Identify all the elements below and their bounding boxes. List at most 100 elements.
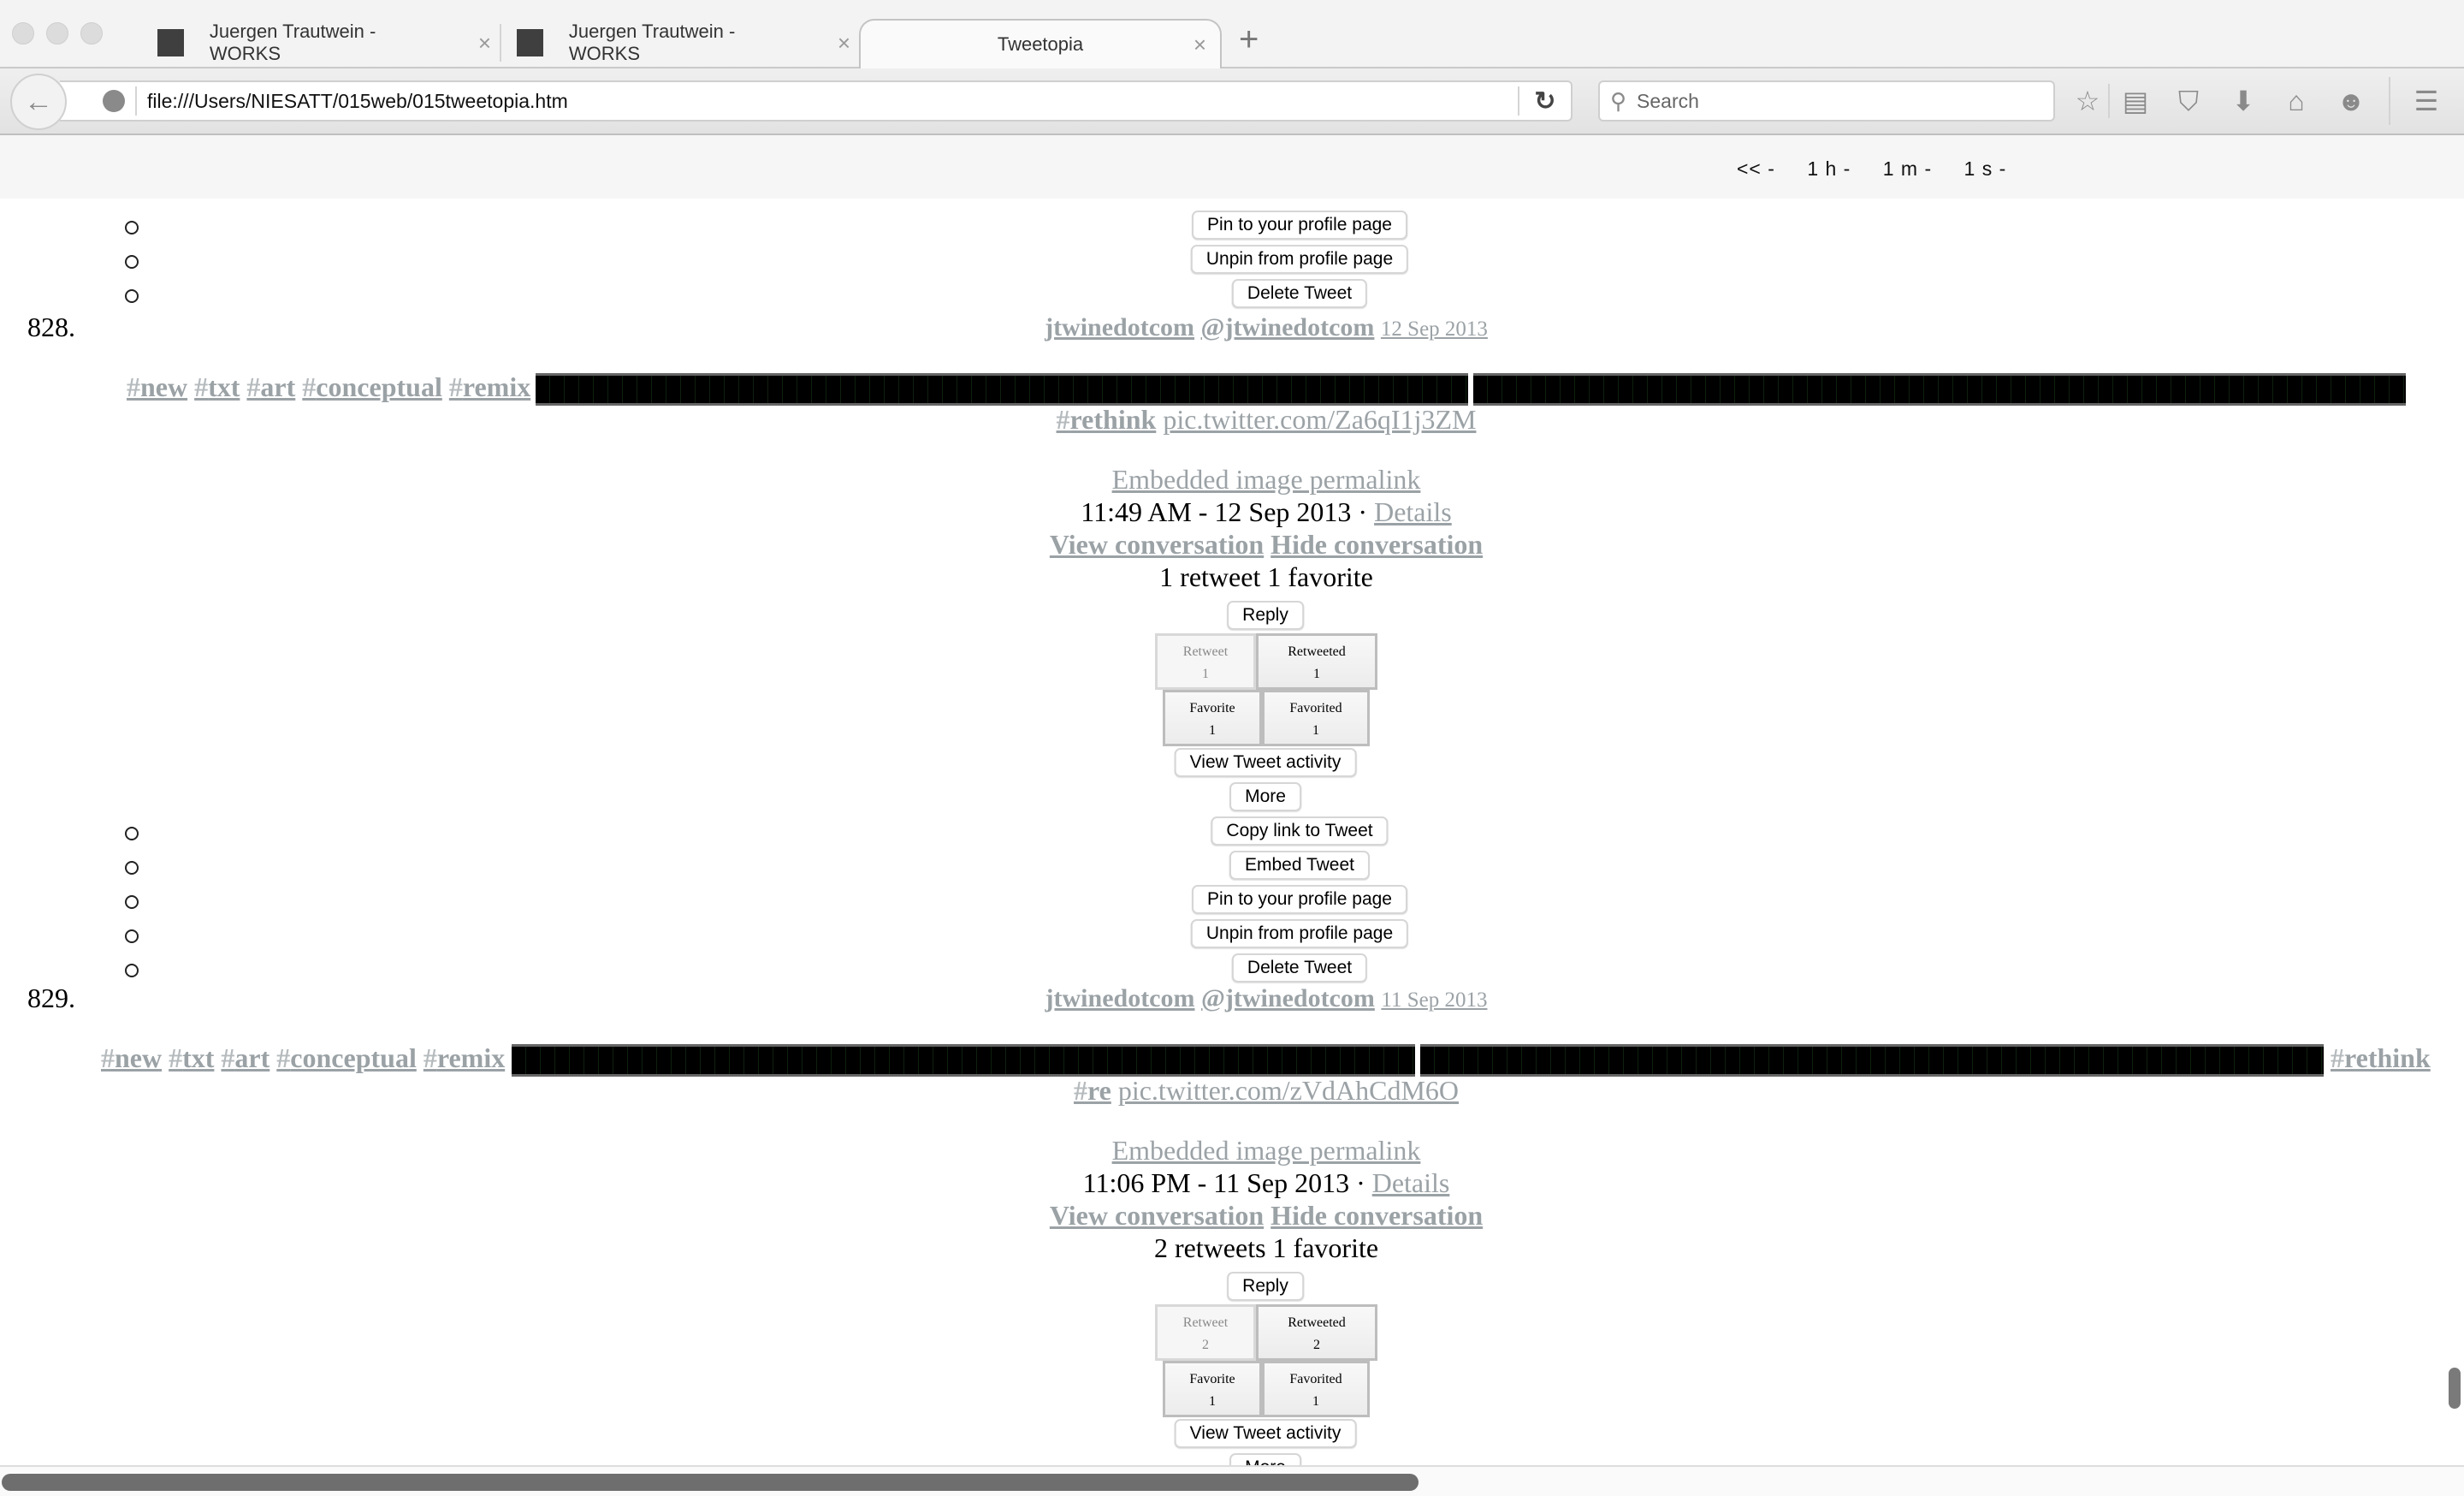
url-text[interactable]: file:///Users/NIESATT/015web/015tweetopi… (147, 90, 1518, 113)
url-divider (135, 86, 137, 116)
hashtag-link[interactable]: #remix (449, 371, 530, 402)
time-nav-minute[interactable]: 1 m - (1883, 157, 1932, 180)
pic-link[interactable]: pic.twitter.com/zVdAhCdM6O (1118, 1075, 1459, 1106)
search-box[interactable]: ⚲ (1598, 80, 2055, 122)
delete-tweet-button[interactable]: Delete Tweet (1231, 279, 1368, 308)
search-input[interactable] (1635, 88, 2016, 114)
retweeted-button[interactable]: Retweeted 1 (1256, 633, 1377, 690)
hashtag-link[interactable]: #conceptual (276, 1042, 417, 1073)
retweeted-button[interactable]: Retweeted 2 (1256, 1304, 1377, 1361)
tweet-timestamp: 11:49 AM - 12 Sep 2013 · (1081, 496, 1368, 527)
pic-link[interactable]: pic.twitter.com/Za6qI1j3ZM (1163, 404, 1476, 435)
tweet-permalink-line: Embedded image permalink (0, 1135, 2464, 1167)
hashtag-link[interactable]: #txt (194, 371, 240, 402)
bookmark-star-icon[interactable]: ☆ (2070, 86, 2105, 116)
list-bullet (125, 861, 139, 875)
delete-tweet-button[interactable]: Delete Tweet (1231, 953, 1368, 982)
tab-works-1[interactable]: Juergen Trautwein - WORKS × (157, 19, 491, 67)
navigation-toolbar: file:///Users/NIESATT/015web/015tweetopi… (0, 68, 2464, 135)
reply-button[interactable]: Reply (1227, 1272, 1304, 1301)
tweet-stats: 2 retweets 1 favorite (1153, 1232, 1379, 1263)
favorited-button[interactable]: Favorited 1 (1262, 1361, 1370, 1417)
hashtag-link[interactable]: #txt (169, 1042, 214, 1073)
favicon-icon (157, 29, 184, 56)
list-bullet (125, 221, 139, 234)
view-tweet-activity-button[interactable]: View Tweet activity (1174, 748, 1357, 777)
time-nav-hour[interactable]: 1 h - (1807, 157, 1851, 180)
toolbar-divider (2389, 77, 2390, 125)
tab-close-icon[interactable]: × (838, 30, 850, 56)
url-bar[interactable]: file:///Users/NIESATT/015web/015tweetopi… (60, 80, 1573, 122)
embedded-image-permalink[interactable]: Embedded image permalink (1112, 1135, 1421, 1166)
pin-to-profile-button[interactable]: Pin to your profile page (1192, 885, 1407, 914)
tab-works-2[interactable]: Juergen Trautwein - WORKS × (517, 19, 850, 67)
list-bullet (125, 895, 139, 909)
view-conversation-link[interactable]: View conversation (1050, 529, 1264, 560)
hashtag-link[interactable]: #new (127, 371, 187, 402)
user-name-link[interactable]: jtwinedotcom (1045, 984, 1195, 1012)
reply-button[interactable]: Reply (1227, 601, 1304, 630)
favicon-icon (517, 29, 543, 56)
details-link[interactable]: Details (1372, 1167, 1450, 1198)
reload-icon[interactable]: ↻ (1519, 86, 1571, 116)
reading-list-icon[interactable]: ▤ (2118, 86, 2153, 116)
hashtag-link[interactable]: #remix (424, 1042, 505, 1073)
globe-icon (103, 90, 125, 112)
window-zoom-button[interactable] (80, 22, 103, 45)
time-nav-back[interactable]: << - (1737, 157, 1775, 180)
tweet-timestamp-line: 11:06 PM - 11 Sep 2013 · Details (0, 1167, 2464, 1199)
tab-close-icon[interactable]: × (1194, 32, 1206, 58)
vertical-scrollbar-thumb[interactable] (2449, 1368, 2461, 1409)
copy-link-button[interactable]: Copy link to Tweet (1211, 816, 1389, 846)
hashtag-link[interactable]: #art (246, 371, 295, 402)
favorite-button[interactable]: Favorite 1 (1163, 690, 1262, 746)
retweet-button[interactable]: Retweet 2 (1155, 1304, 1256, 1361)
time-navigation: << - 1 h - 1 m - 1 s - (0, 135, 2464, 199)
unpin-from-profile-button[interactable]: Unpin from profile page (1190, 919, 1409, 948)
tweet-date-link[interactable]: 12 Sep 2013 (1381, 318, 1488, 341)
tab-close-icon[interactable]: × (478, 30, 491, 56)
window-close-button[interactable] (12, 22, 34, 45)
pocket-icon[interactable]: ⛉ (2171, 86, 2206, 116)
hashtag-link[interactable]: #re (1074, 1075, 1111, 1106)
menu-icon[interactable]: ☰ (2409, 86, 2443, 116)
tab-bar: Juergen Trautwein - WORKS × Juergen Trau… (0, 0, 2464, 68)
view-tweet-activity-button[interactable]: View Tweet activity (1174, 1419, 1357, 1448)
details-link[interactable]: Details (1374, 496, 1452, 527)
hello-chat-icon[interactable]: ☻ (2334, 86, 2368, 116)
list-bullet (125, 289, 139, 303)
time-nav-second[interactable]: 1 s - (1964, 157, 2007, 180)
new-tab-button[interactable]: + (1239, 21, 1259, 59)
hashtag-link[interactable]: #rethink (1057, 404, 1157, 435)
pin-to-profile-button[interactable]: Pin to your profile page (1192, 211, 1407, 240)
unpin-from-profile-button[interactable]: Unpin from profile page (1190, 245, 1409, 274)
view-conversation-link[interactable]: View conversation (1050, 1200, 1264, 1231)
tweet-hashtags: #new #txt #art #conceptual #remix (101, 1042, 505, 1074)
back-arrow-icon[interactable]: ← (10, 74, 67, 130)
hide-conversation-link[interactable]: Hide conversation (1270, 1200, 1483, 1231)
tab-tweetopia[interactable]: Tweetopia × (859, 19, 1222, 68)
user-handle-link[interactable]: @jtwinedotcom (1201, 313, 1375, 341)
user-name-link[interactable]: jtwinedotcom (1045, 313, 1194, 341)
hashtag-link[interactable]: #rethink (2331, 1042, 2431, 1073)
tweet-date-link[interactable]: 11 Sep 2013 (1381, 988, 1487, 1012)
home-icon[interactable]: ⌂ (2279, 86, 2313, 116)
favorite-button[interactable]: Favorite 1 (1163, 1361, 1262, 1417)
download-icon[interactable]: ⬇ (2226, 86, 2260, 116)
user-handle-link[interactable]: @jtwinedotcom (1201, 984, 1375, 1012)
favorited-button[interactable]: Favorited 1 (1262, 690, 1370, 746)
more-button[interactable]: More (1229, 782, 1301, 811)
embedded-image-permalink[interactable]: Embedded image permalink (1112, 464, 1421, 495)
toolbar-divider (2108, 84, 2110, 118)
embed-tweet-button[interactable]: Embed Tweet (1229, 851, 1371, 880)
horizontal-scrollbar-thumb[interactable] (2, 1474, 1419, 1491)
hashtag-link[interactable]: #conceptual (302, 371, 442, 402)
tweet-header: jtwinedotcom @jtwinedotcom 12 Sep 2013 (0, 313, 2464, 342)
hashtag-link[interactable]: #art (221, 1042, 270, 1073)
tab-label: Juergen Trautwein - WORKS (209, 21, 376, 64)
retweet-button[interactable]: Retweet 1 (1155, 633, 1256, 690)
window-minimize-button[interactable] (46, 22, 68, 45)
hide-conversation-link[interactable]: Hide conversation (1270, 529, 1483, 560)
tab-label: Juergen Trautwein - WORKS (568, 21, 736, 64)
hashtag-link[interactable]: #new (101, 1042, 162, 1073)
